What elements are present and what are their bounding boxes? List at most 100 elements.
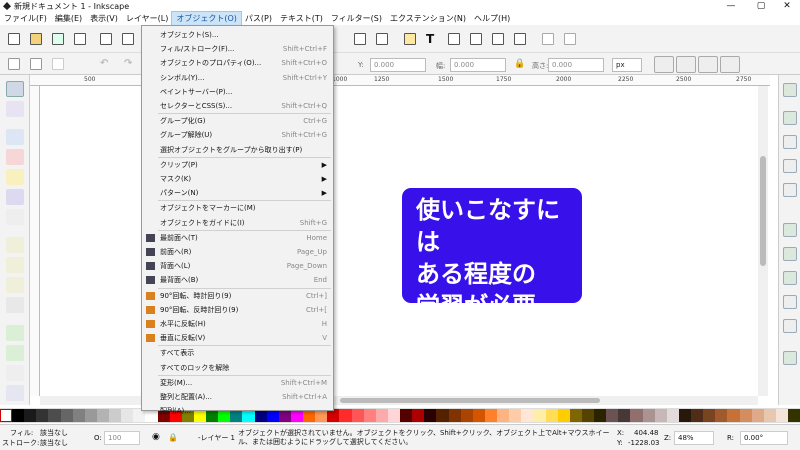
menu-item[interactable]: グループ解除(U) Shift+Ctrl+G — [142, 128, 333, 142]
group-icon[interactable] — [354, 33, 366, 45]
snap-smooth-nodes-icon[interactable] — [783, 319, 797, 333]
color-swatch[interactable] — [739, 409, 752, 422]
vertical-scroll-thumb[interactable] — [760, 156, 766, 266]
height-input[interactable]: 0.000 — [548, 58, 604, 72]
menu-item[interactable]: すべてのロックを解除 — [142, 361, 333, 375]
paint-bucket-tool-icon[interactable] — [6, 385, 24, 401]
color-swatch[interactable] — [763, 409, 776, 422]
color-swatch[interactable] — [545, 409, 558, 422]
menu-item[interactable]: オブジェクトのプロパティ(O)... Shift+Ctrl+O — [142, 56, 333, 70]
maximize-button[interactable]: ▢ — [748, 0, 774, 12]
dropper-tool-icon[interactable] — [6, 365, 24, 381]
fill-stroke-icon[interactable] — [404, 33, 416, 45]
color-swatch[interactable] — [484, 409, 497, 422]
color-swatch[interactable] — [387, 409, 400, 422]
menu-file[interactable]: ファイル(F) — [0, 12, 51, 25]
snap-bbox-edge-icon[interactable] — [783, 135, 797, 149]
vertical-scrollbar[interactable] — [758, 86, 768, 396]
calligraphy-tool-icon[interactable] — [6, 277, 24, 293]
color-swatch[interactable] — [109, 409, 122, 422]
open-file-icon[interactable] — [30, 33, 42, 45]
color-swatch[interactable] — [533, 409, 546, 422]
color-swatch[interactable] — [703, 409, 716, 422]
layers-icon[interactable] — [448, 33, 460, 45]
color-swatch[interactable] — [521, 409, 534, 422]
color-swatch[interactable] — [751, 409, 764, 422]
fill-value[interactable]: 該当なし — [40, 429, 68, 438]
menu-path[interactable]: パス(P) — [241, 12, 276, 25]
color-swatch[interactable] — [448, 409, 461, 422]
color-swatch[interactable] — [48, 409, 61, 422]
rectangle-tool-icon[interactable] — [6, 129, 24, 145]
snap-cusp-nodes-icon[interactable] — [783, 295, 797, 309]
close-button[interactable]: ✕ — [774, 0, 800, 12]
text-font-icon[interactable]: T — [426, 33, 434, 45]
pencil-tool-icon[interactable] — [6, 237, 24, 253]
snap-intersections-icon[interactable] — [783, 271, 797, 285]
color-swatch[interactable] — [36, 409, 49, 422]
document-properties-icon[interactable] — [564, 33, 576, 45]
width-input[interactable]: 0.000 — [450, 58, 506, 72]
menu-item[interactable]: 90°回転、時計回り(9) Ctrl+] — [142, 289, 333, 303]
eye-visibility-icon[interactable]: ◉ — [152, 433, 160, 442]
menu-item[interactable]: 変形(M)... Shift+Ctrl+M — [142, 376, 333, 390]
color-swatch[interactable] — [460, 409, 473, 422]
color-swatch[interactable] — [472, 409, 485, 422]
unit-select[interactable]: px — [612, 58, 642, 72]
scale-stroke-toggle[interactable] — [654, 56, 674, 73]
gradient-tool-icon[interactable] — [6, 325, 24, 341]
menu-extensions[interactable]: エクステンション(N) — [386, 12, 470, 25]
rotation-input[interactable]: 0.00° — [740, 431, 788, 445]
color-swatch[interactable] — [666, 409, 679, 422]
opacity-input[interactable]: 100 — [104, 431, 140, 445]
color-swatch[interactable] — [121, 409, 134, 422]
star-tool-icon[interactable] — [6, 169, 24, 185]
xml-editor-icon[interactable] — [470, 33, 482, 45]
save-icon[interactable] — [52, 33, 64, 45]
preferences-icon[interactable] — [542, 33, 554, 45]
import-icon[interactable] — [100, 33, 112, 45]
color-swatch[interactable] — [497, 409, 510, 422]
menu-item[interactable]: 最前面へ(T) Home — [142, 231, 333, 245]
color-swatch[interactable] — [96, 409, 109, 422]
menu-item[interactable]: 前面へ(R) Page_Up — [142, 245, 333, 259]
color-swatch[interactable] — [715, 409, 728, 422]
color-swatch[interactable] — [400, 409, 413, 422]
pen-tool-icon[interactable] — [6, 257, 24, 273]
menu-help[interactable]: ヘルプ(H) — [470, 12, 514, 25]
snap-bbox-icon[interactable] — [783, 111, 797, 125]
snap-bbox-corner-icon[interactable] — [783, 159, 797, 173]
mesh-tool-icon[interactable] — [6, 345, 24, 361]
no-paint-swatch[interactable] — [0, 409, 12, 422]
circle-tool-icon[interactable] — [6, 149, 24, 165]
menu-item[interactable]: シンボル(Y)... Shift+Ctrl+Y — [142, 71, 333, 85]
zoom-input[interactable]: 48% — [674, 431, 714, 445]
deselect-icon[interactable] — [52, 58, 64, 70]
menu-item[interactable]: すべて表示 — [142, 346, 333, 360]
color-swatch[interactable] — [509, 409, 522, 422]
menu-item[interactable]: ペイントサーバー(P)... — [142, 85, 333, 99]
new-document-icon[interactable] — [8, 33, 20, 45]
node-tool-icon[interactable] — [6, 101, 24, 117]
color-swatch[interactable] — [581, 409, 594, 422]
menu-item[interactable]: オブジェクトをガイドに(I) Shift+G — [142, 216, 333, 230]
menu-item[interactable]: 整列と配置(A)... Shift+Ctrl+A — [142, 390, 333, 404]
color-swatch[interactable] — [436, 409, 449, 422]
color-swatch[interactable] — [618, 409, 631, 422]
color-swatch[interactable] — [557, 409, 570, 422]
snap-bbox-midpoint-icon[interactable] — [783, 183, 797, 197]
menu-item[interactable]: マスク(K) ▶ — [142, 172, 333, 186]
menu-edit[interactable]: 編集(E) — [51, 12, 86, 25]
color-swatch[interactable] — [60, 409, 73, 422]
snap-paths-icon[interactable] — [783, 247, 797, 261]
menu-object[interactable]: オブジェクト(O) — [171, 11, 242, 26]
menu-item[interactable]: 水平に反転(H) H — [142, 317, 333, 331]
object-properties-icon[interactable] — [492, 33, 504, 45]
scale-corners-toggle[interactable] — [676, 56, 696, 73]
minimize-button[interactable]: — — [718, 0, 744, 12]
color-swatch[interactable] — [678, 409, 691, 422]
horizontal-scroll-thumb[interactable] — [340, 398, 600, 403]
snap-others-icon[interactable] — [783, 351, 797, 365]
menu-item[interactable]: 配列(A)... — [142, 404, 333, 418]
menu-item[interactable]: オブジェクトをマーカーに(M) — [142, 201, 333, 215]
